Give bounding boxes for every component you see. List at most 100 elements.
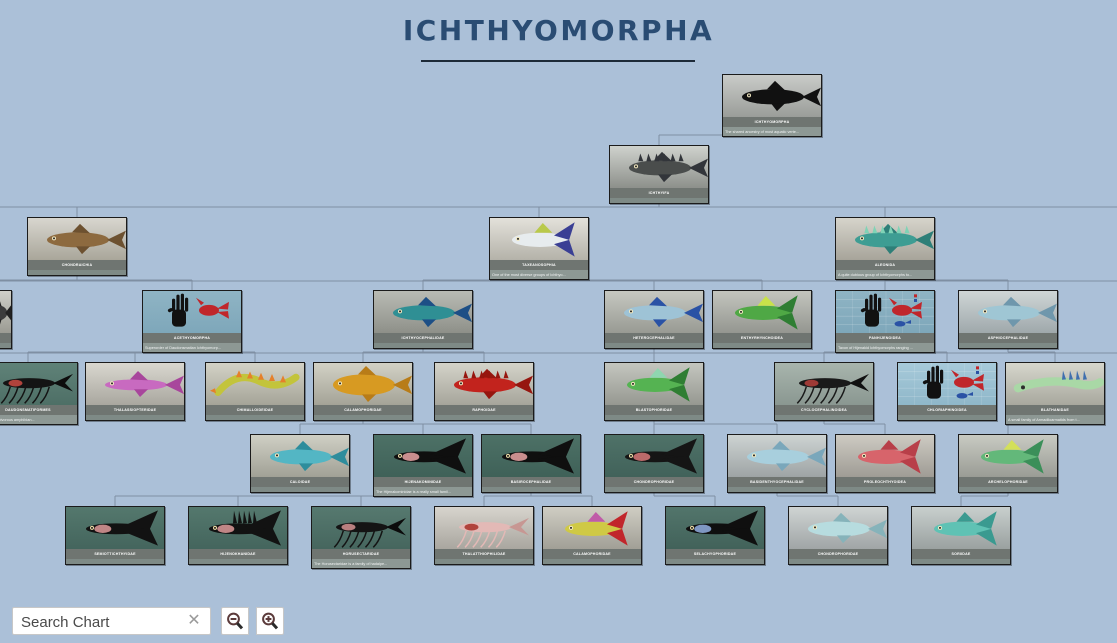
tree-node[interactable]: CHLORIAPHINOIDEA xyxy=(897,362,997,421)
node-thumbnail-green-broad-fish xyxy=(713,291,811,333)
tree-node[interactable]: SEMIOTTICHTHYIDAE xyxy=(65,506,165,565)
tree-node[interactable]: BLASTOPHORIDAE xyxy=(604,362,704,421)
tree-node[interactable]: CALAMOPHORIDAE xyxy=(542,506,642,565)
tree-node[interactable]: CHIMALLOIDEIDAE xyxy=(205,362,305,421)
tree-node[interactable]: ICHTHYOCEPHALIDAE xyxy=(373,290,473,349)
node-thumbnail-pale-cyan-fish xyxy=(789,507,887,549)
node-thumbnail-dark-fish-red-gill xyxy=(605,435,703,477)
tree-node[interactable]: HIJENAKOMINIDAE The Hijenakominidae is a … xyxy=(373,434,473,497)
tree-node[interactable]: SELACHYOPHORIDAE xyxy=(665,506,765,565)
node-thumbnail-blue-teal-fish xyxy=(374,291,472,333)
node-description: A small family of Armadiloarmatids from … xyxy=(1006,415,1104,424)
tree-node[interactable]: TAXEANOSOPHIA One of the most diverse gro… xyxy=(489,217,589,280)
zoom-in-icon xyxy=(262,612,279,630)
node-thumbnail-brown-shark xyxy=(28,218,126,260)
node-label: ICHTHYOMORPHA xyxy=(723,117,821,127)
tree-node[interactable]: ENTHYRHYNCHOIDEA xyxy=(712,290,812,349)
node-description: A quite dubious group of Ichthyomorphs t… xyxy=(836,270,934,279)
node-thumbnail-grey-spiny-fish xyxy=(610,146,708,188)
tree-node[interactable]: THALATTHIOPHILIDAE xyxy=(434,506,534,565)
tree-node[interactable]: CYCLOCEPHALINOIDEA xyxy=(774,362,874,421)
node-label: DAUDONSMATIFORMES xyxy=(0,405,77,415)
node-thumbnail-pink-red-fish xyxy=(836,435,934,477)
zoom-out-button[interactable] xyxy=(221,607,249,635)
node-label: HIJENAKOMINIDAE xyxy=(374,477,472,487)
tree-node[interactable]: BASIROCEPHALIDAE xyxy=(481,434,581,493)
node-description: Taxon of Hijenakid Ichthyomorphs ranging… xyxy=(836,343,934,352)
node-label: HIJENOKHANIDAE xyxy=(189,549,287,559)
tree-node[interactable]: ASPHIOCEPHALIDAE xyxy=(958,290,1058,349)
node-label: ASPHIOCEPHALIDAE xyxy=(959,333,1057,343)
phylogenetic-tree-canvas[interactable]: ICHTHYOMORPHA The shared ancestry of most… xyxy=(0,0,1117,600)
node-label: THALASSIOPTERIDAE xyxy=(86,405,184,415)
tree-node[interactable]: BASIDENTHYOCEPHALIDAE xyxy=(727,434,827,493)
chart-toolbar: ✕ xyxy=(0,600,1117,643)
tree-node[interactable]: BLATHANIDAE A small family of Armadiloarm… xyxy=(1005,362,1105,425)
node-label: BLATHANIDAE xyxy=(1006,405,1104,415)
node-thumbnail-yellow-orange-serpent xyxy=(206,363,304,405)
tree-node[interactable]: PROLEOCHTHYOIDEA xyxy=(835,434,935,493)
tree-node[interactable]: HORUSECTARIDAE The Horusectaridae is a fa… xyxy=(311,506,411,569)
tree-node[interactable]: PANHIJENOIDEA Taxon of Hijenakid Ichthyom… xyxy=(835,290,935,353)
node-label: CALOIDAE xyxy=(251,477,349,487)
node-thumbnail-light-blue-fish xyxy=(728,435,826,477)
node-label: ALEONIDA xyxy=(836,260,934,270)
clear-search-icon[interactable]: ✕ xyxy=(185,612,203,630)
node-thumbnail-dark-many-legged-fish xyxy=(312,507,410,549)
tree-node[interactable]: CALAMOPHORIDAE xyxy=(313,362,413,421)
node-label: BASIROCEPHALIDAE xyxy=(482,477,580,487)
node-description: The shared ancestry of most aquatic vert… xyxy=(723,127,821,136)
node-thumbnail-partial-offscreen xyxy=(0,291,11,333)
tree-node[interactable] xyxy=(0,290,12,349)
node-thumbnail-black-hand-red-creature xyxy=(143,291,241,333)
tree-node[interactable]: CHONDRAICHIA xyxy=(27,217,127,276)
node-label: CALAMOPHORIDAE xyxy=(543,549,641,559)
zoom-in-button[interactable] xyxy=(256,607,284,635)
search-input[interactable] xyxy=(19,608,183,636)
node-thumbnail-golden-carp xyxy=(314,363,412,405)
tree-node[interactable]: THALASSIOPTERIDAE xyxy=(85,362,185,421)
tree-node[interactable]: DAUDONSMATIFORMESmostly herbivorous amph… xyxy=(0,362,78,425)
zoom-out-icon xyxy=(227,612,244,630)
node-label: PANHIJENOIDEA xyxy=(836,333,934,343)
tree-node[interactable]: ARCHELOPHORIDAE xyxy=(958,434,1058,493)
tree-node[interactable]: CHONDROPHORIDAE xyxy=(788,506,888,565)
node-label: THALATTHIOPHILIDAE xyxy=(435,549,533,559)
node-description: mostly herbivorous amphibian... xyxy=(0,415,77,424)
tree-node[interactable]: ALEONIDA A quite dubious group of Ichthyo… xyxy=(835,217,935,280)
node-thumbnail-black-hand-chart xyxy=(898,363,996,405)
node-label: BASIDENTHYOCEPHALIDAE xyxy=(728,477,826,487)
tree-node[interactable]: HIJENOKHANIDAE xyxy=(188,506,288,565)
node-thumbnail-blue-white-finned-fish xyxy=(490,218,588,260)
node-label: HETEROCEPHALIDAE xyxy=(605,333,703,343)
tree-node[interactable]: ICHTHYIFA xyxy=(609,145,709,204)
node-label: CHONDRAICHIA xyxy=(28,260,126,270)
tree-node[interactable]: CALOIDAE xyxy=(250,434,350,493)
search-box[interactable]: ✕ xyxy=(12,607,211,636)
node-label: CALAMOPHORIDAE xyxy=(314,405,412,415)
node-description: The Hijenakominidae is a really small fa… xyxy=(374,487,472,496)
node-label: CHONDROPHORIDAE xyxy=(605,477,703,487)
tree-node[interactable]: ACETHYOMORPHA Superorder of Daudonsmatian… xyxy=(142,290,242,353)
node-thumbnail-teal-spiny-fish xyxy=(836,218,934,260)
node-thumbnail-pale-green-salamander-fish xyxy=(1006,363,1104,405)
node-thumbnail-turquoise-fish xyxy=(912,507,1010,549)
tree-node[interactable]: SORIIDAE xyxy=(911,506,1011,565)
node-thumbnail-green-crested-fish xyxy=(959,435,1057,477)
node-description: One of the most diverse groups of Ichthy… xyxy=(490,270,588,279)
node-label: SORIIDAE xyxy=(912,549,1010,559)
tree-node[interactable]: RAPHOIDAE xyxy=(434,362,534,421)
node-thumbnail-black-hand-red-fish-chart xyxy=(836,291,934,333)
node-thumbnail-black-dark-fish-long xyxy=(482,435,580,477)
node-label: RAPHOIDAE xyxy=(435,405,533,415)
node-label: BLASTOPHORIDAE xyxy=(605,405,703,415)
tree-node[interactable]: CHONDROPHORIDAE xyxy=(604,434,704,493)
node-thumbnail-cyan-fish xyxy=(251,435,349,477)
tree-node[interactable]: HETEROCEPHALIDAE xyxy=(604,290,704,349)
node-thumbnail-pale-pink-creature xyxy=(435,507,533,549)
node-label: CHLORIAPHINOIDEA xyxy=(898,405,996,415)
node-label: CHIMALLOIDEIDAE xyxy=(206,405,304,415)
tree-node[interactable]: ICHTHYOMORPHA The shared ancestry of most… xyxy=(722,74,822,137)
node-label xyxy=(0,333,11,343)
node-label: ICHTHYOCEPHALIDAE xyxy=(374,333,472,343)
